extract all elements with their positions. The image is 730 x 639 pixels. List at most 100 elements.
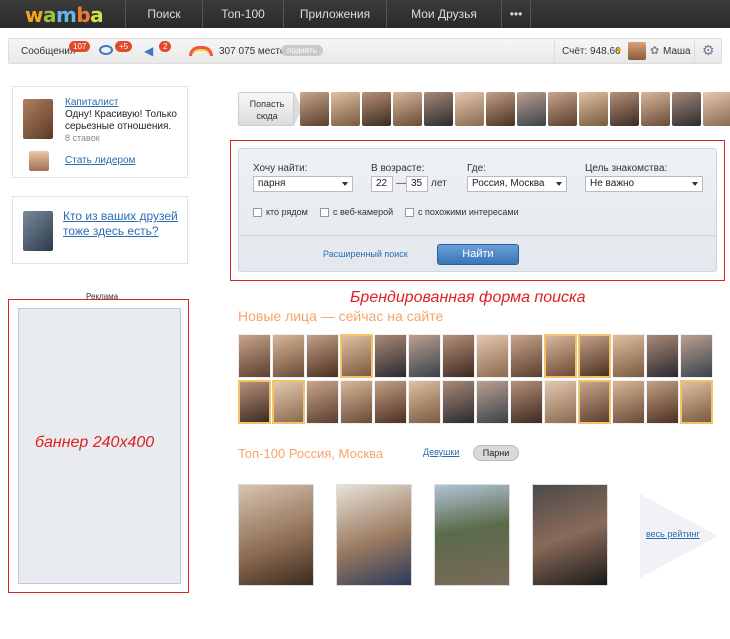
bets-count: 8 ставок [65, 133, 100, 143]
where-select[interactable]: Россия, Москва [467, 176, 567, 192]
balance-text[interactable]: Счёт: 948.66 [562, 46, 621, 57]
leader-name-link[interactable]: Капиталист [65, 97, 118, 108]
new-face-thumbnail[interactable] [544, 380, 577, 424]
nav-my-friends[interactable]: Мои Друзья [386, 0, 501, 28]
featured-face[interactable] [517, 92, 546, 126]
nav-apps[interactable]: Приложения [283, 0, 386, 28]
interests-label: с похожими интересами [418, 207, 519, 217]
divider [694, 39, 695, 63]
new-face-thumbnail[interactable] [238, 334, 271, 378]
interests-checkbox[interactable] [405, 208, 414, 217]
featured-face[interactable] [331, 92, 360, 126]
top100-title: Топ-100 Россия, Москва [238, 446, 384, 461]
featured-face[interactable] [548, 92, 577, 126]
want-select[interactable]: парня [253, 176, 353, 192]
new-face-thumbnail[interactable] [272, 380, 305, 424]
new-face-thumbnail[interactable] [578, 334, 611, 378]
featured-face[interactable] [455, 92, 484, 126]
featured-face[interactable] [610, 92, 639, 126]
wamba-logo[interactable]: wamba [25, 3, 104, 27]
top-photo-4[interactable] [532, 484, 608, 586]
leader-avatar[interactable] [23, 99, 53, 139]
new-face-thumbnail[interactable] [680, 380, 713, 424]
where-label: Где: [467, 163, 486, 174]
new-face-thumbnail[interactable] [442, 380, 475, 424]
featured-faces-strip [300, 92, 730, 126]
new-face-thumbnail[interactable] [544, 334, 577, 378]
new-face-thumbnail[interactable] [306, 380, 339, 424]
rainbow-icon [189, 46, 213, 56]
notify-badge: 2 [159, 41, 172, 52]
new-face-thumbnail[interactable] [272, 334, 305, 378]
new-faces-title: Новые лица — сейчас на сайте [238, 308, 444, 324]
age-dash: — [396, 178, 406, 189]
search-form: Хочу найти: парня В возрасте: 22 — 35 ле… [238, 148, 717, 272]
top-photo-3[interactable] [434, 484, 510, 586]
new-face-thumbnail[interactable] [578, 380, 611, 424]
webcam-checkbox[interactable] [320, 208, 329, 217]
new-face-thumbnail[interactable] [476, 334, 509, 378]
coin-icon: ♦ [616, 44, 622, 56]
get-here-button[interactable]: Попасть сюда [238, 92, 294, 126]
age-unit: лет [431, 178, 447, 189]
new-face-thumbnail[interactable] [646, 334, 679, 378]
featured-face[interactable] [393, 92, 422, 126]
chevron-down-icon [342, 182, 348, 186]
advanced-search-link[interactable]: Расширенный поиск [323, 249, 408, 259]
new-face-thumbnail[interactable] [510, 380, 543, 424]
age-to-input[interactable]: 35 [406, 176, 428, 192]
near-checkbox[interactable] [253, 208, 262, 217]
leader-card: Капиталист Одну! Красивую! Только серьез… [12, 86, 188, 178]
new-face-thumbnail[interactable] [340, 334, 373, 378]
gear-icon[interactable]: ⚙ [702, 42, 715, 59]
become-leader-link[interactable]: Стать лидером [65, 155, 135, 166]
new-face-thumbnail[interactable] [408, 334, 441, 378]
tab-girls[interactable]: Девушки [423, 447, 459, 457]
age-label: В возрасте: [371, 163, 425, 174]
find-button[interactable]: Найти [437, 244, 519, 265]
featured-face[interactable] [579, 92, 608, 126]
all-rating-link[interactable]: весь рейтинг [646, 529, 700, 539]
featured-face[interactable] [424, 92, 453, 126]
age-from-input[interactable]: 22 [371, 176, 393, 192]
featured-face[interactable] [672, 92, 701, 126]
messages-badge: 107 [69, 41, 91, 52]
flower-icon: ✿ [650, 45, 660, 57]
chevron-down-icon [692, 182, 698, 186]
top-photo-2[interactable] [336, 484, 412, 586]
new-face-thumbnail[interactable] [238, 380, 271, 424]
new-face-thumbnail[interactable] [476, 380, 509, 424]
find-friends-link[interactable]: Кто из ваших друзей тоже здесь есть? [63, 209, 183, 239]
new-face-thumbnail[interactable] [612, 334, 645, 378]
new-face-thumbnail[interactable] [510, 334, 543, 378]
new-face-thumbnail[interactable] [306, 334, 339, 378]
raise-button[interactable]: поднять [281, 45, 323, 56]
featured-face[interactable] [362, 92, 391, 126]
divider [239, 235, 716, 236]
new-face-thumbnail[interactable] [340, 380, 373, 424]
user-avatar[interactable] [628, 42, 646, 60]
nav-more[interactable]: ••• [501, 0, 531, 28]
featured-face[interactable] [486, 92, 515, 126]
new-face-thumbnail[interactable] [442, 334, 475, 378]
eye-icon[interactable] [99, 45, 113, 55]
new-face-thumbnail[interactable] [612, 380, 645, 424]
new-face-thumbnail[interactable] [646, 380, 679, 424]
new-face-thumbnail[interactable] [408, 380, 441, 424]
messages-link[interactable]: Сообщения [21, 46, 75, 57]
new-face-thumbnail[interactable] [680, 334, 713, 378]
top-photo-1[interactable] [238, 484, 314, 586]
username[interactable]: Маша [663, 46, 691, 57]
featured-face[interactable] [641, 92, 670, 126]
goal-select[interactable]: Не важно [585, 176, 703, 192]
ad-banner[interactable]: баннер 240x400 [18, 308, 181, 584]
featured-face[interactable] [703, 92, 730, 126]
megaphone-icon[interactable]: ◀ [144, 44, 153, 58]
banner-size-label: баннер 240x400 [35, 434, 155, 451]
nav-search[interactable]: Поиск [125, 0, 202, 28]
tab-boys[interactable]: Парни [473, 445, 519, 461]
new-face-thumbnail[interactable] [374, 380, 407, 424]
featured-face[interactable] [300, 92, 329, 126]
new-face-thumbnail[interactable] [374, 334, 407, 378]
nav-top100[interactable]: Топ-100 [202, 0, 283, 28]
